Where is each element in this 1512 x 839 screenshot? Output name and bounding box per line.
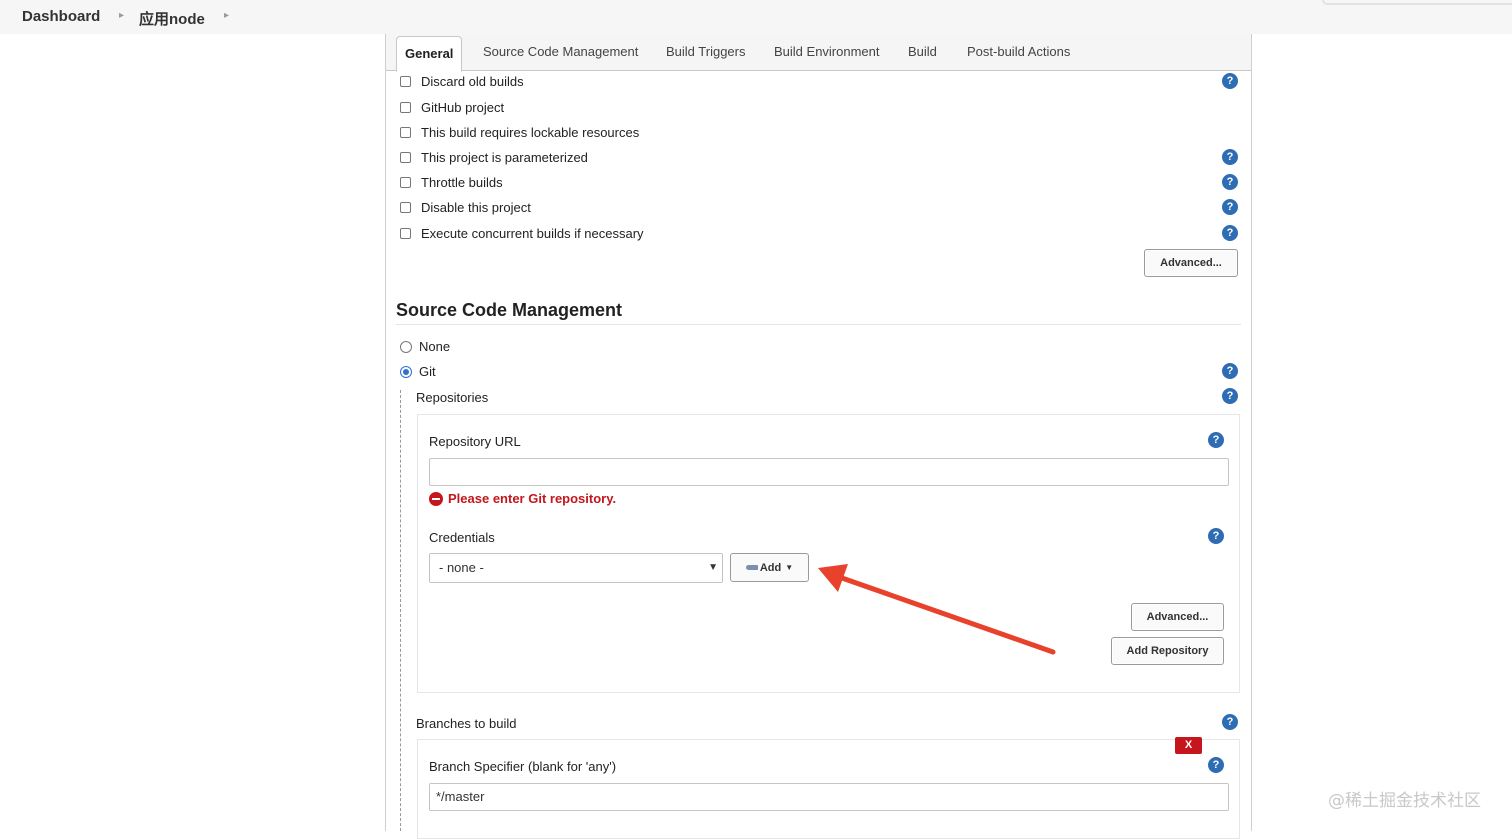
annotation-arrow [818, 564, 1056, 655]
annotation-arrow-shaft [839, 575, 1056, 655]
watermark: @稀土掘金技术社区 [1328, 791, 1481, 811]
